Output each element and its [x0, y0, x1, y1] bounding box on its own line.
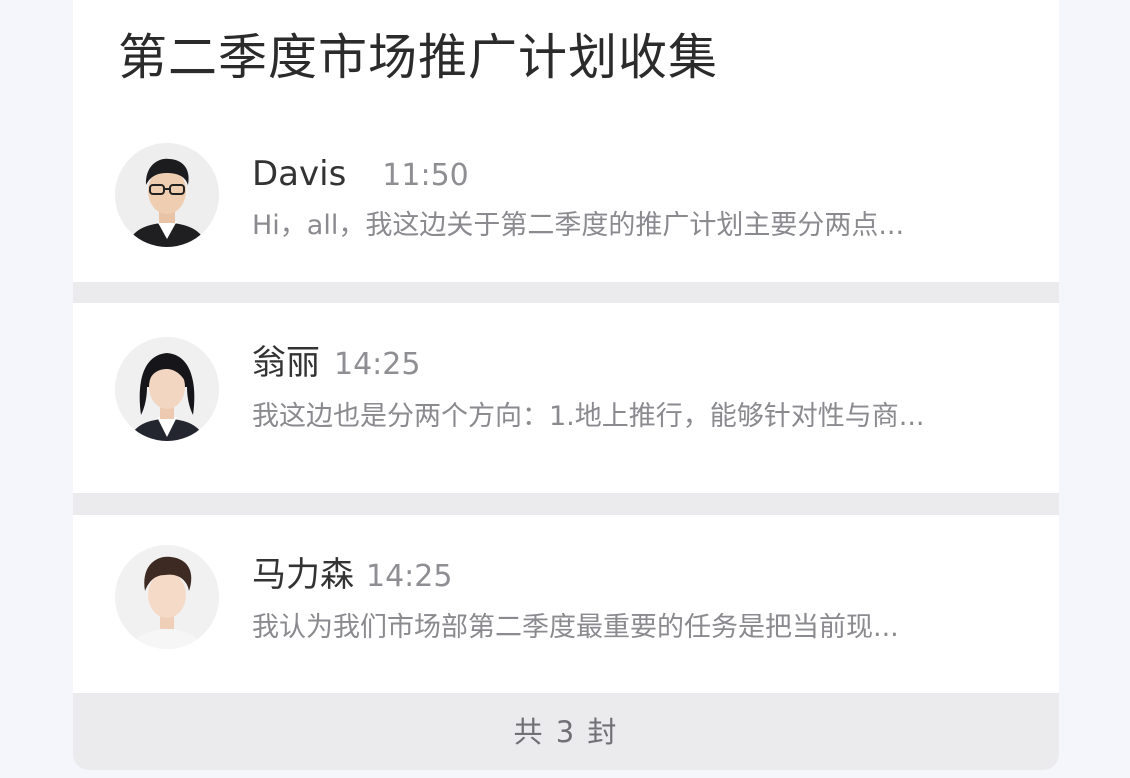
- thread-header: 第二季度市场推广计划收集: [73, 0, 1059, 126]
- thread-card: 第二季度市场推广计划收集 Davis 11:50 Hi，all，我这边关于第二季度…: [73, 0, 1059, 770]
- thread-title: 第二季度市场推广计划收集: [118, 29, 719, 86]
- message-item[interactable]: 翁丽 14:25 我这边也是分两个方向：1.地上推行，能够针对性与商...: [73, 303, 1059, 493]
- avatar: [115, 143, 219, 247]
- message-header: 翁丽 14:25: [252, 343, 420, 385]
- avatar: [115, 337, 219, 441]
- message-time: 14:25: [366, 559, 453, 594]
- message-header: Davis 11:50: [252, 154, 469, 196]
- message-count: 共 3 封: [513, 715, 619, 749]
- avatar: [115, 545, 219, 649]
- message-item[interactable]: Davis 11:50 Hi，all，我这边关于第二季度的推广计划主要分两点...: [73, 126, 1059, 282]
- message-time: 14:25: [334, 347, 421, 382]
- sender-name: 翁丽: [252, 343, 320, 383]
- message-header: 马力森 14:25: [252, 555, 452, 597]
- sender-name: Davis: [252, 154, 347, 194]
- message-preview: 我这边也是分两个方向：1.地上推行，能够针对性与商...: [252, 401, 925, 432]
- message-preview: 我认为我们市场部第二季度最重要的任务是把当前现...: [252, 612, 899, 643]
- message-item[interactable]: 马力森 14:25 我认为我们市场部第二季度最重要的任务是把当前现...: [73, 515, 1059, 693]
- message-time: 11:50: [382, 158, 469, 193]
- sender-name: 马力森: [252, 555, 354, 595]
- message-preview: Hi，all，我这边关于第二季度的推广计划主要分两点...: [252, 210, 905, 241]
